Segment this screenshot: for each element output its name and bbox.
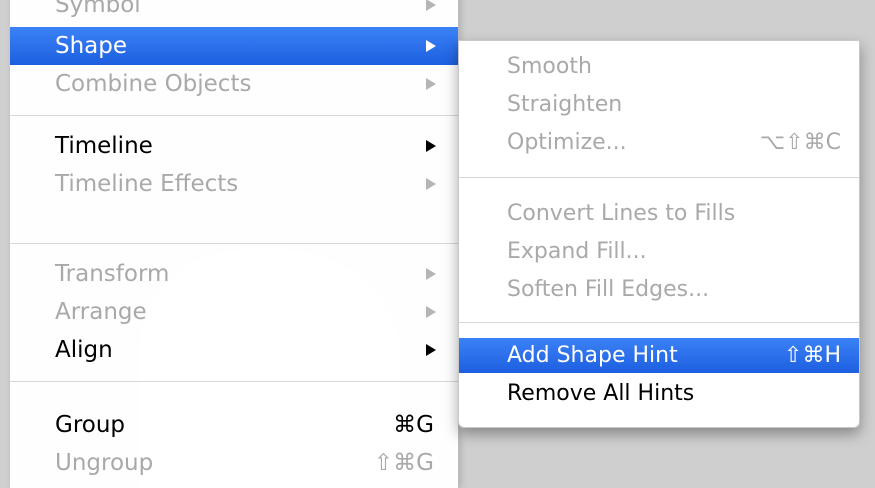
menu-item-timeline[interactable]: Timeline — [10, 127, 458, 165]
menu-item-transform[interactable]: Transform — [10, 255, 458, 293]
menu-item-group[interactable]: Group ⌘G — [10, 406, 458, 444]
menu-item-label: Group — [55, 412, 126, 438]
modify-menu: Symbol Shape Combine Objects Timeline Ti… — [10, 0, 459, 488]
menu-item-label: Timeline Effects — [55, 171, 239, 197]
submenu-item-soften-fill-edges[interactable]: Soften Fill Edges... — [459, 272, 859, 307]
menu-item-label: Timeline — [55, 133, 153, 159]
submenu-item-remove-all-hints[interactable]: Remove All Hints — [459, 376, 859, 411]
menu-item-timeline-effects[interactable]: Timeline Effects — [10, 165, 458, 203]
menu-item-shortcut: ⇧⌘G — [373, 450, 434, 476]
menu-item-align[interactable]: Align — [10, 331, 458, 369]
menu-separator — [459, 322, 859, 323]
shape-submenu: Smooth Straighten Optimize... ⌥⇧⌘C Conve… — [458, 40, 860, 428]
menu-item-ungroup[interactable]: Ungroup ⇧⌘G — [10, 444, 458, 482]
submenu-arrow-icon — [426, 306, 436, 318]
menu-item-label: Arrange — [55, 299, 147, 325]
menu-item-shortcut: ⇧⌘H — [784, 343, 841, 368]
submenu-arrow-icon — [426, 140, 436, 152]
menu-item-label: Combine Objects — [55, 71, 252, 97]
menu-item-symbol[interactable]: Symbol — [10, 0, 458, 24]
menu-item-shortcut: ⌘G — [393, 412, 434, 438]
menu-item-label: Remove All Hints — [507, 381, 695, 406]
menu-separator — [10, 243, 458, 244]
menu-item-shape[interactable]: Shape — [10, 27, 458, 65]
menu-item-label: Expand Fill... — [507, 239, 647, 264]
submenu-arrow-icon — [426, 40, 436, 52]
menu-separator — [10, 381, 458, 382]
submenu-item-smooth[interactable]: Smooth — [459, 49, 859, 84]
menu-separator — [459, 177, 859, 178]
submenu-item-optimize[interactable]: Optimize... ⌥⇧⌘C — [459, 125, 859, 160]
menu-item-label: Add Shape Hint — [507, 343, 678, 368]
submenu-arrow-icon — [426, 78, 436, 90]
submenu-arrow-icon — [426, 344, 436, 356]
menu-item-label: Optimize... — [507, 130, 627, 155]
menu-item-combine-objects[interactable]: Combine Objects — [10, 65, 458, 103]
menu-separator — [10, 115, 458, 116]
menu-item-shortcut: ⌥⇧⌘C — [759, 130, 841, 155]
menu-item-label: Ungroup — [55, 450, 154, 476]
menu-item-label: Symbol — [55, 0, 141, 18]
menu-item-label: Soften Fill Edges... — [507, 277, 710, 302]
submenu-item-straighten[interactable]: Straighten — [459, 87, 859, 122]
menu-item-label: Convert Lines to Fills — [507, 201, 736, 226]
menu-item-arrange[interactable]: Arrange — [10, 293, 458, 331]
menu-item-label: Align — [55, 337, 113, 363]
submenu-arrow-icon — [426, 268, 436, 280]
menu-item-label: Transform — [55, 261, 170, 287]
menu-item-label: Straighten — [507, 92, 623, 117]
menu-item-label: Shape — [55, 33, 128, 59]
submenu-item-expand-fill[interactable]: Expand Fill... — [459, 234, 859, 269]
menu-item-label: Smooth — [507, 54, 592, 79]
submenu-arrow-icon — [426, 0, 436, 11]
submenu-arrow-icon — [426, 178, 436, 190]
submenu-item-add-shape-hint[interactable]: Add Shape Hint ⇧⌘H — [459, 338, 859, 373]
submenu-item-convert-lines-to-fills[interactable]: Convert Lines to Fills — [459, 196, 859, 231]
